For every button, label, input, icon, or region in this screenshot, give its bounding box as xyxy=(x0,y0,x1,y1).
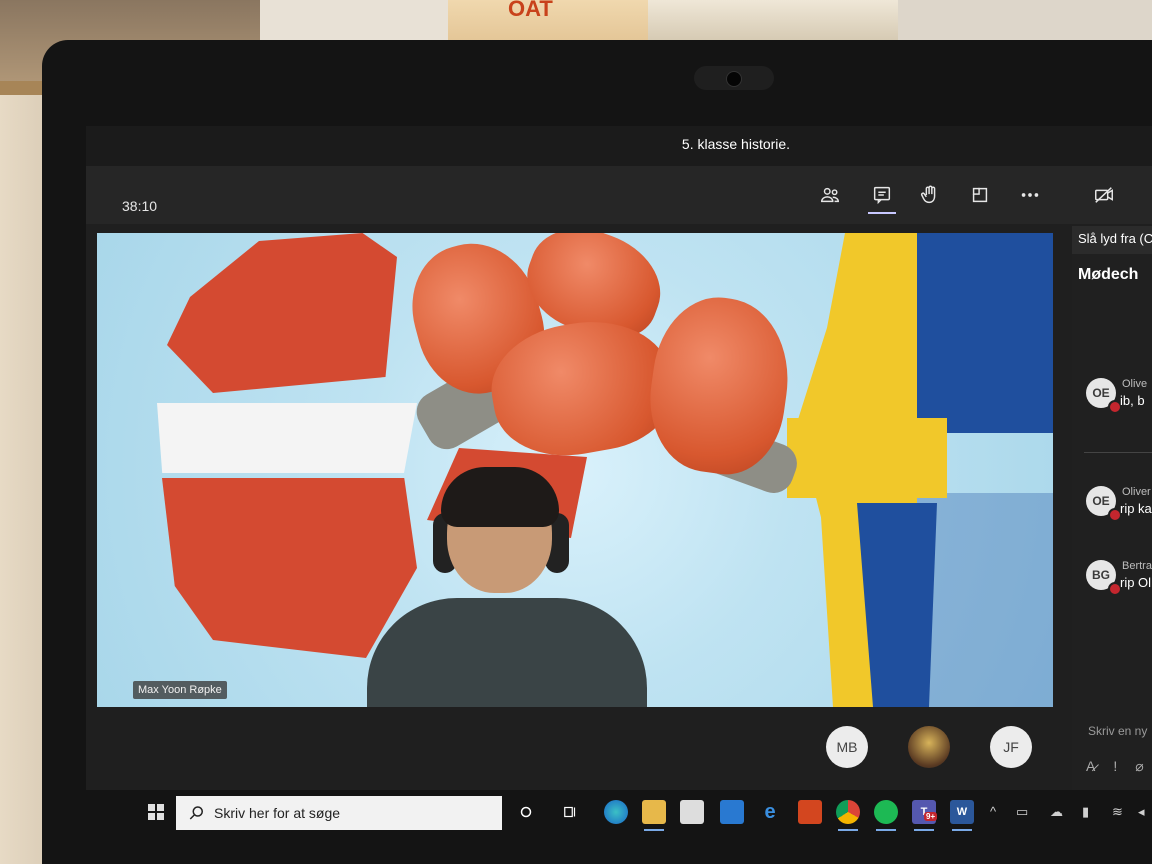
meeting-chat-panel: Mødech OE Olive ib, b OE Oliver rip ka B… xyxy=(1072,226,1152,806)
chat-sender: Olive xyxy=(1122,378,1148,390)
chat-panel-title: Mødech xyxy=(1078,266,1139,283)
participant-avatar[interactable]: MB xyxy=(826,726,868,768)
important-icon[interactable]: ! xyxy=(1113,758,1117,775)
attach-icon[interactable]: ⌀ xyxy=(1135,758,1143,775)
store-icon[interactable] xyxy=(680,800,704,824)
chat-compose-input[interactable]: Skriv en ny xyxy=(1088,724,1147,738)
format-icon[interactable]: A̷ xyxy=(1086,758,1095,775)
chat-text: rip Ol xyxy=(1120,575,1152,590)
chat-button[interactable] xyxy=(866,180,898,214)
share-tray-icon xyxy=(972,187,988,203)
mute-tooltip: Slå lyd fra (C xyxy=(1072,226,1152,254)
search-icon xyxy=(189,806,203,820)
taskbar-search-input[interactable]: Skriv her for at søge xyxy=(176,796,502,830)
chrome-icon[interactable] xyxy=(836,800,860,831)
more-options-icon xyxy=(1021,193,1039,197)
mail-icon[interactable] xyxy=(720,800,744,824)
task-view-icon[interactable] xyxy=(558,800,582,824)
participant-avatar[interactable]: JF xyxy=(990,726,1032,768)
chat-text: ib, b xyxy=(1120,393,1145,408)
word-label: W xyxy=(956,806,968,818)
participant-avatar-photo[interactable] xyxy=(908,726,950,768)
windows-taskbar: Skriv her for at søge e T 9+ W ^ ▭ ☁ ▮ ≋… xyxy=(86,790,1152,836)
window-title-bar: 5. klasse historie. xyxy=(86,126,1152,166)
denmark-flag-map-white-band xyxy=(157,403,417,473)
camera-toggle-button[interactable] xyxy=(1088,180,1120,210)
presenter-video: Max Yoon Røpke xyxy=(97,233,1053,707)
search-placeholder: Skriv her for at søge xyxy=(214,805,341,821)
sweden-map-coast xyxy=(917,493,1053,707)
wifi-icon[interactable]: ≋ xyxy=(1112,804,1123,820)
window-title: 5. klasse historie. xyxy=(681,136,791,152)
raise-hand-icon xyxy=(921,185,936,204)
battery-icon[interactable]: ▮ xyxy=(1082,804,1089,820)
onedrive-icon[interactable]: ☁ xyxy=(1050,804,1063,820)
chat-icon xyxy=(873,186,891,205)
chevron-up-icon[interactable]: ^ xyxy=(990,804,996,819)
sweden-flag-map-yellow-bar xyxy=(787,418,947,498)
meeting-timer: 38:10 xyxy=(122,198,158,214)
volume-icon[interactable]: ◂ xyxy=(1138,804,1145,820)
presenter-name-tag: Max Yoon Røpke xyxy=(133,681,227,699)
chat-text: rip ka xyxy=(1120,501,1152,516)
teams-icon[interactable]: T 9+ xyxy=(912,800,938,831)
participants-button[interactable] xyxy=(814,180,846,210)
chat-sender: Oliver xyxy=(1122,486,1151,498)
share-tray-button[interactable] xyxy=(964,180,996,210)
more-options-button[interactable] xyxy=(1014,180,1046,210)
denmark-flag-map-north xyxy=(167,233,397,393)
chat-sender: Bertran xyxy=(1122,560,1152,572)
teams-badge: 9+ xyxy=(924,812,938,821)
background-photo xyxy=(648,0,898,42)
edge-icon[interactable] xyxy=(604,800,628,824)
webcam xyxy=(694,66,774,90)
presenter-figure xyxy=(367,467,647,707)
spotify-icon[interactable] xyxy=(874,800,898,831)
participants-icon xyxy=(821,187,839,203)
meet-now-icon[interactable]: ▭ xyxy=(1016,804,1028,820)
meeting-toolbar: 38:10 xyxy=(86,166,1152,224)
word-icon[interactable]: W xyxy=(950,800,974,831)
windows-start-icon[interactable] xyxy=(148,804,164,820)
camera-off-icon xyxy=(1095,187,1113,203)
presenter-hair xyxy=(441,467,559,527)
compose-toolbar: A̷ ! ⌀ xyxy=(1086,758,1144,775)
file-explorer-icon[interactable] xyxy=(642,800,666,831)
internet-explorer-icon[interactable]: e xyxy=(758,800,782,824)
laptop-screen: 5. klasse historie. 38:10 Max Yoon Røpke… xyxy=(86,126,1152,836)
chat-divider xyxy=(1084,452,1152,453)
raise-hand-button[interactable] xyxy=(914,180,946,210)
cortana-icon[interactable] xyxy=(514,800,538,824)
office-icon[interactable] xyxy=(798,800,822,824)
presenter-body xyxy=(367,598,647,707)
